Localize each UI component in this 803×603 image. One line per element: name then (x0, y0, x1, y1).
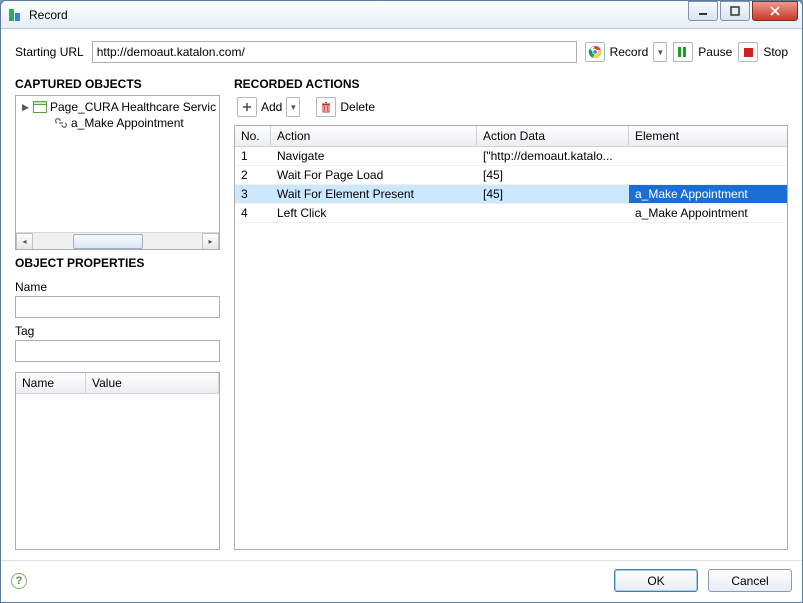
stop-icon (738, 42, 758, 62)
cell-element (629, 147, 787, 165)
scroll-thumb[interactable] (73, 234, 143, 249)
delete-label: Delete (340, 100, 375, 114)
cell-data: [45] (477, 185, 629, 203)
cell-action: Wait For Page Load (271, 166, 477, 184)
cell-action: Wait For Element Present (271, 185, 477, 203)
titlebar[interactable]: Record (1, 1, 802, 29)
app-icon (7, 7, 23, 23)
tag-input[interactable] (15, 340, 220, 362)
tree-scrollbar[interactable]: ◂ ▸ (16, 232, 219, 249)
tree-page-node[interactable]: Page_CURA Healthcare Servic (18, 99, 217, 115)
col-action[interactable]: Action (271, 126, 477, 147)
pause-icon (673, 42, 693, 62)
cell-action: Left Click (271, 204, 477, 222)
record-label: Record (610, 45, 649, 59)
prop-col-name[interactable]: Name (16, 373, 86, 394)
recorded-actions-heading: RECORDED ACTIONS (234, 77, 788, 91)
link-icon (54, 117, 68, 129)
tag-label: Tag (15, 324, 220, 338)
window-controls (688, 1, 802, 28)
cell-no: 4 (235, 204, 271, 222)
add-label: Add (261, 100, 282, 114)
table-row[interactable]: 1Navigate["http://demoaut.katalo... (235, 147, 787, 166)
cell-element: a_Make Appointment (629, 185, 787, 203)
name-label: Name (15, 280, 220, 294)
cell-data (477, 204, 629, 222)
starting-url-input[interactable] (92, 41, 577, 63)
cancel-button[interactable]: Cancel (708, 569, 792, 592)
add-dropdown[interactable]: ▼ (286, 97, 300, 117)
expand-icon[interactable] (20, 102, 30, 112)
cell-element: a_Make Appointment (629, 204, 787, 222)
col-no[interactable]: No. (235, 126, 271, 147)
delete-action-button[interactable]: Delete (313, 95, 378, 119)
cell-data: ["http://demoaut.katalo... (477, 147, 629, 165)
maximize-button[interactable] (720, 1, 750, 21)
cell-data: [45] (477, 166, 629, 184)
record-button[interactable]: Record ▼ (585, 42, 668, 62)
table-row[interactable]: 3Wait For Element Present[45]a_Make Appo… (235, 185, 787, 204)
pause-label: Pause (698, 45, 732, 59)
help-icon[interactable]: ? (11, 573, 27, 589)
name-input[interactable] (15, 296, 220, 318)
close-button[interactable] (752, 1, 798, 21)
add-action-button[interactable]: Add ▼ (234, 95, 303, 119)
trash-icon (316, 97, 336, 117)
window-title: Record (29, 8, 688, 22)
cell-element (629, 166, 787, 184)
chrome-icon (585, 42, 605, 62)
captured-objects-heading: CAPTURED OBJECTS (15, 77, 220, 91)
pause-button[interactable]: Pause (673, 42, 732, 62)
scroll-track[interactable] (33, 233, 202, 249)
col-action-data[interactable]: Action Data (477, 126, 629, 147)
starting-url-label: Starting URL (15, 45, 84, 59)
tree-page-label: Page_CURA Healthcare Servic (50, 100, 216, 114)
actions-table[interactable]: No. Action Action Data Element 1Navigate… (234, 125, 788, 550)
stop-label: Stop (763, 45, 788, 59)
stop-button[interactable]: Stop (738, 42, 788, 62)
tree-child-node[interactable]: a_Make Appointment (18, 115, 217, 131)
tree-child-label: a_Make Appointment (71, 116, 184, 130)
cell-no: 3 (235, 185, 271, 203)
add-icon (237, 97, 257, 117)
col-element[interactable]: Element (629, 126, 787, 147)
object-properties-heading: OBJECT PROPERTIES (15, 256, 220, 270)
ok-button[interactable]: OK (614, 569, 698, 592)
record-dropdown[interactable]: ▼ (653, 42, 667, 62)
captured-objects-tree[interactable]: Page_CURA Healthcare Servic a_Make Appoi… (15, 95, 220, 250)
minimize-button[interactable] (688, 1, 718, 21)
scroll-left-button[interactable]: ◂ (16, 233, 33, 250)
record-dialog: Record Starting URL Record ▼ Pause (0, 0, 803, 603)
cell-action: Navigate (271, 147, 477, 165)
page-icon (33, 101, 47, 113)
prop-col-value[interactable]: Value (86, 373, 219, 394)
table-row[interactable]: 4Left Click a_Make Appointment (235, 204, 787, 223)
cell-no: 1 (235, 147, 271, 165)
properties-table[interactable]: Name Value (15, 372, 220, 550)
scroll-right-button[interactable]: ▸ (202, 233, 219, 250)
table-row[interactable]: 2Wait For Page Load[45] (235, 166, 787, 185)
cell-no: 2 (235, 166, 271, 184)
